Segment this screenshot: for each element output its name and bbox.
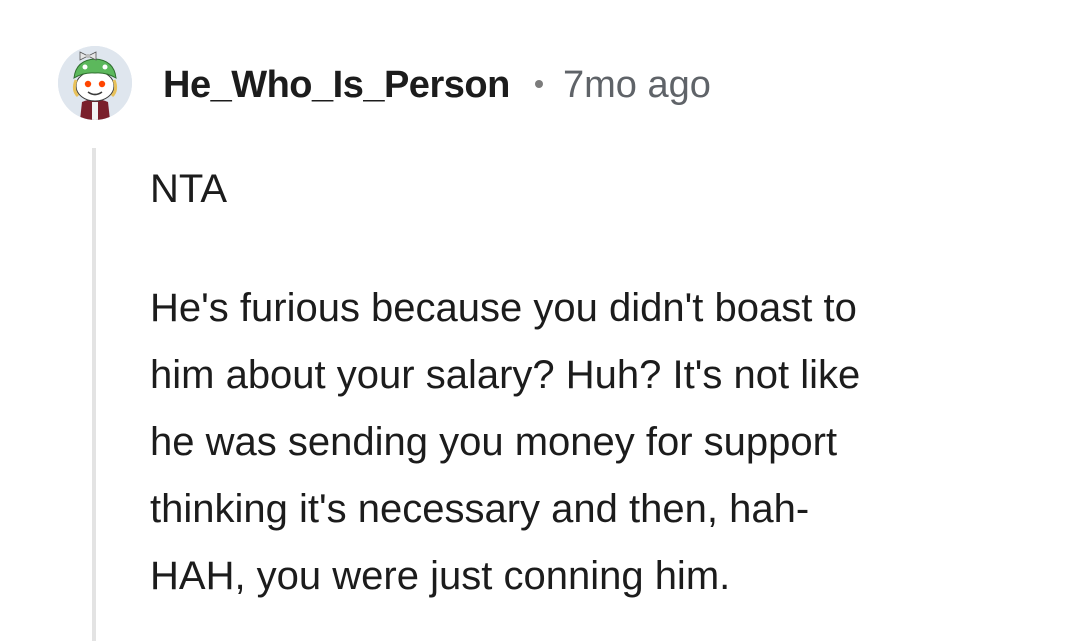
thread-collapse-line[interactable]: [92, 148, 96, 641]
comment-timestamp[interactable]: 7mo ago: [563, 64, 711, 107]
separator-dot: [535, 80, 543, 88]
comment: He_Who_Is_Person 7mo ago NTA He's furiou…: [0, 0, 1080, 641]
snoo-avatar-icon: [58, 46, 132, 120]
comment-paragraph: He's furious because you didn't boast to…: [150, 286, 861, 598]
comment-author[interactable]: He_Who_Is_Person: [163, 64, 510, 107]
comment-paragraph: NTA: [150, 167, 228, 211]
comment-body: NTA He's furious because you didn't boas…: [150, 156, 1050, 610]
user-avatar[interactable]: [58, 46, 132, 120]
